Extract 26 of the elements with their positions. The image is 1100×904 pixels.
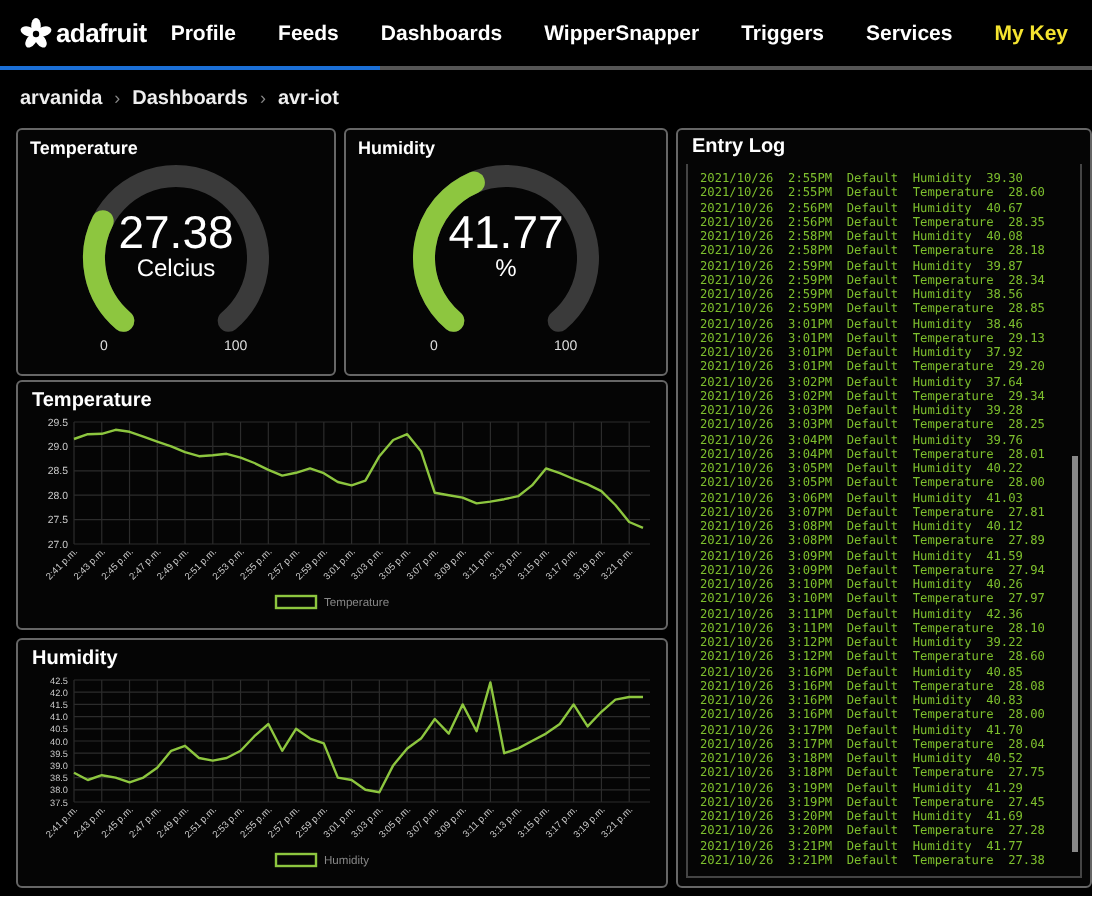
panel-title: Temperature bbox=[32, 390, 154, 412]
nav-link[interactable]: Feeds bbox=[260, 21, 363, 45]
panel-title: Humidity bbox=[32, 648, 120, 670]
gauge-value: 41.77 bbox=[448, 210, 564, 256]
breadcrumb-link[interactable]: arvanida bbox=[20, 87, 103, 109]
scrollbar-thumb[interactable] bbox=[1072, 456, 1078, 852]
panel-title: Entry Log bbox=[692, 136, 788, 158]
nav-link[interactable]: Profile bbox=[152, 21, 261, 45]
breadcrumb-separator: › bbox=[259, 88, 266, 108]
breadcrumb-current: avr-iot bbox=[277, 87, 339, 109]
nav-link[interactable]: WipperSnapper bbox=[526, 21, 724, 45]
breadcrumb-link[interactable]: Dashboards bbox=[132, 87, 248, 109]
nav-link[interactable]: Services bbox=[848, 21, 977, 45]
logo-text[interactable]: adafruit bbox=[56, 18, 147, 48]
gauge-unit: Celcius bbox=[136, 256, 216, 280]
gauge-unit: % bbox=[495, 256, 517, 280]
legend-swatch bbox=[274, 594, 318, 610]
panel-title: Temperature bbox=[30, 138, 140, 158]
flower-logo-icon[interactable] bbox=[20, 17, 52, 49]
gauge-value: 27.38 bbox=[118, 210, 234, 256]
legend-swatch bbox=[274, 852, 318, 868]
nav-link[interactable]: My Key bbox=[976, 21, 1092, 45]
breadcrumb-separator: › bbox=[114, 88, 121, 108]
nav-link[interactable]: Triggers bbox=[723, 21, 849, 45]
nav-link[interactable]: Dashboards bbox=[362, 21, 527, 45]
panel-title: Humidity bbox=[358, 138, 438, 158]
